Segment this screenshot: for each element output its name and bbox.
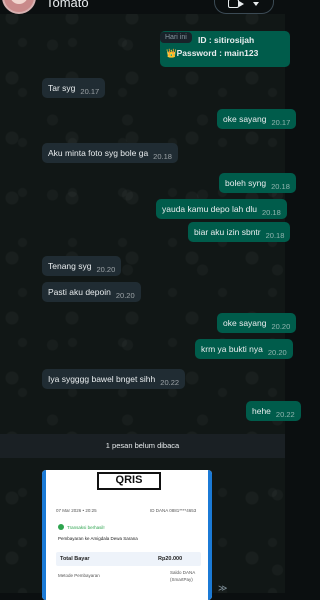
message-text: Aku minta foto syg bole ga — [48, 148, 149, 158]
message-outgoing[interactable]: yauda kamu depo lah dlu 20.18 — [156, 199, 287, 219]
message-text: biar aku izin sbntr — [194, 227, 261, 237]
qris-logo: QRIS — [97, 472, 161, 490]
contact-avatar[interactable] — [2, 0, 36, 14]
message-incoming[interactable]: Tar syg 20.17 — [42, 78, 106, 98]
message-text: Iya sygggg bawel bnget sihh — [48, 374, 156, 384]
message-incoming[interactable]: Pasti aku depoin 20.20 — [42, 282, 141, 302]
message-time: 20.17 — [271, 118, 291, 127]
date-badge: Hari ini — [160, 32, 192, 43]
message-time: 20.22 — [160, 378, 180, 387]
receipt-method-sub: (SmartPay) — [170, 577, 193, 582]
message-outgoing[interactable]: oke sayang 20.17 — [217, 109, 297, 129]
message-time: 20.20 — [267, 348, 287, 357]
credentials-id-text: ID : sitirosijah — [198, 35, 255, 45]
message-outgoing[interactable]: oke sayang 20.20 — [217, 313, 297, 333]
message-time: 20.20 — [96, 265, 116, 274]
message-text: Tenang syg — [48, 261, 92, 271]
message-text: hehe — [252, 406, 271, 416]
message-incoming[interactable]: Iya sygggg bawel bnget sihh 20.22 — [42, 369, 186, 389]
message-text: yauda kamu depo lah dlu — [162, 204, 257, 214]
success-check-icon — [58, 524, 64, 530]
receipt-status: Transaksi berhasil! — [67, 525, 105, 530]
video-camera-icon — [228, 0, 244, 8]
message-text: oke sayang — [223, 318, 267, 328]
message-time: 20.18 — [262, 208, 281, 217]
credentials-password-text: 👑Password : main123 — [166, 48, 259, 58]
message-time: 20.18 — [265, 231, 285, 240]
message-text: oke sayang — [223, 114, 267, 124]
receipt-method-label: Metode Pembayaran — [58, 573, 100, 578]
message-text: Pasti aku depoin — [48, 287, 111, 297]
receipt-total-box: Total Bayar Rp20.000 — [56, 552, 201, 566]
message-text: boleh syng — [225, 178, 267, 188]
image-message-receipt[interactable]: QRIS 07 Mar 2026 • 20:25 ID DANA 0881***… — [42, 470, 212, 600]
forward-icon[interactable]: ≫ — [218, 583, 232, 593]
chevron-down-icon — [253, 2, 259, 6]
receipt-date: 07 Mar 2026 • 20:25 — [56, 508, 97, 513]
message-text: krm ya bukti nya — [201, 344, 263, 354]
message-outgoing[interactable]: biar aku izin sbntr 20.18 — [188, 222, 291, 242]
message-time: 20.20 — [115, 291, 135, 300]
receipt-total-value: Rp20.000 — [158, 556, 183, 562]
chat-header: Tomato — [0, 0, 285, 14]
message-text: Tar syg — [48, 83, 76, 93]
message-time: 20.18 — [153, 152, 172, 161]
contact-name[interactable]: Tomato — [46, 0, 89, 10]
message-incoming[interactable]: Aku minta foto syg bole ga 20.18 — [42, 143, 178, 163]
receipt-border-left — [42, 470, 46, 600]
message-time: 20.18 — [271, 182, 290, 191]
message-outgoing[interactable]: krm ya bukti nya 20.20 — [195, 339, 293, 359]
receipt-id: ID DANA 0881****4653 — [150, 508, 197, 513]
message-outgoing[interactable]: boleh syng 20.18 — [219, 173, 296, 193]
message-time: 20.17 — [80, 87, 100, 96]
message-time: 20.20 — [271, 322, 291, 331]
unread-banner: 1 pesan belum dibaca — [0, 434, 285, 458]
message-incoming[interactable]: Tenang syg 20.20 — [42, 256, 122, 276]
receipt-method-value: Saldo DANA — [170, 570, 196, 575]
message-outgoing[interactable]: hehe 20.22 — [246, 401, 301, 421]
receipt-payment-to: Pembayaran ke Amigdala Dewa Sarana — [58, 536, 138, 541]
video-call-button[interactable] — [214, 0, 274, 14]
message-time: 20.22 — [275, 410, 295, 419]
receipt-border-right — [208, 470, 212, 600]
receipt-total-label: Total Bayar — [60, 556, 90, 562]
